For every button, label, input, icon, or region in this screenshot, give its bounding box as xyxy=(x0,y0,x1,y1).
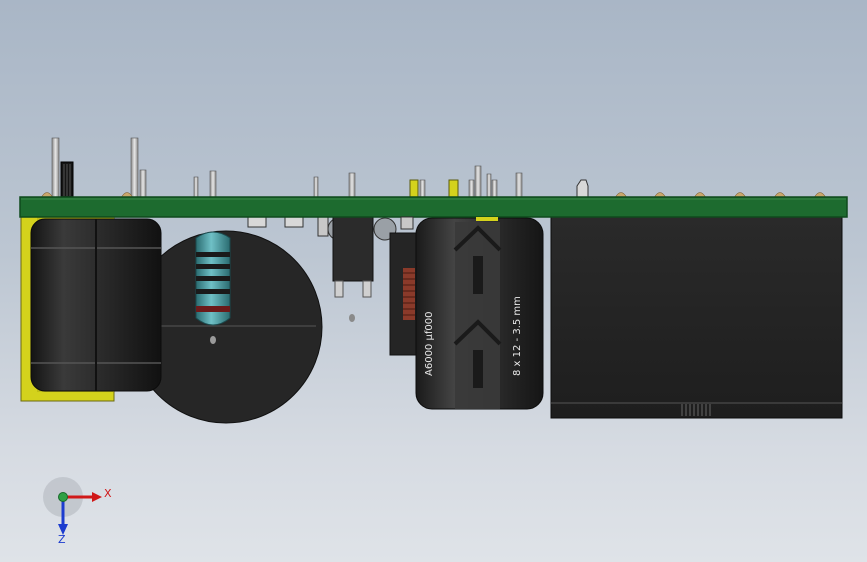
transistor-leg-1 xyxy=(334,280,344,298)
capacitor-size-text: 8 x 12 - 3.5 mm xyxy=(512,296,523,376)
yellow-part-1 xyxy=(409,179,419,199)
resistor-band-3 xyxy=(196,276,230,281)
triad-origin xyxy=(58,492,68,502)
pin-long-center-tip xyxy=(349,314,355,322)
coil-winding xyxy=(403,268,415,320)
resistor-band-2 xyxy=(196,264,230,269)
x-axis-arrowhead xyxy=(92,492,102,502)
resistor-band-5 xyxy=(196,306,230,312)
cad-viewport[interactable]: A6000 µf000 8 x 12 - 3.5 mm X Z xyxy=(0,0,867,562)
resistor-lead-end xyxy=(210,336,216,344)
small-connector-top xyxy=(576,179,589,199)
capacitor-minus-mark-2 xyxy=(473,350,483,388)
resistor-band-4 xyxy=(196,289,230,294)
coordinate-triad: X Z xyxy=(43,477,112,546)
pcb-sub-pad xyxy=(400,216,414,230)
resistor-band-1 xyxy=(196,252,230,257)
yellow-part-2 xyxy=(448,179,459,199)
z-axis-label: Z xyxy=(58,533,66,546)
pcb-yellow-detail xyxy=(476,217,498,221)
pcb-board xyxy=(19,196,848,218)
pcb-assembly-side-view: A6000 µf000 8 x 12 - 3.5 mm X Z xyxy=(19,137,848,546)
transistor-leg-2 xyxy=(362,280,372,298)
smd-pad-3 xyxy=(317,215,329,237)
relay-body xyxy=(550,215,843,419)
x-axis-label: X xyxy=(104,487,112,500)
capacitor-minus-mark-1 xyxy=(473,256,483,294)
capacitor-rating-text: A6000 µf000 xyxy=(424,312,435,376)
